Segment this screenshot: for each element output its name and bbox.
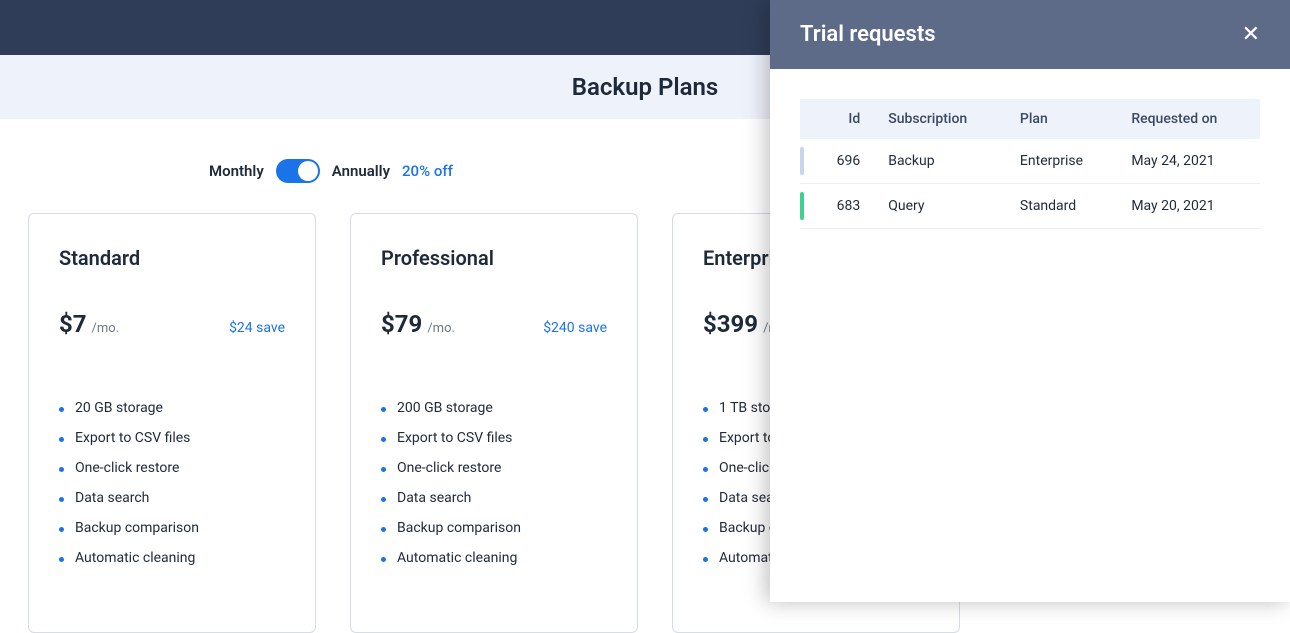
- feature-item: Export to CSV files: [59, 423, 285, 453]
- cell-subscription: Query: [876, 184, 1008, 229]
- feature-item: Data search: [59, 483, 285, 513]
- table-row[interactable]: 696 Backup Enterprise May 24, 2021: [800, 139, 1260, 184]
- status-bar-icon: [800, 147, 804, 175]
- panel-body: Id Subscription Plan Requested on 696 Ba…: [770, 69, 1290, 229]
- status-bar-icon: [800, 192, 804, 220]
- cell-requested: May 24, 2021: [1119, 139, 1260, 184]
- table-row[interactable]: 683 Query Standard May 20, 2021: [800, 184, 1260, 229]
- col-id: Id: [800, 99, 876, 139]
- col-subscription: Subscription: [876, 99, 1008, 139]
- billing-monthly-label: Monthly: [209, 162, 264, 180]
- feature-item: One-click restore: [381, 453, 607, 483]
- feature-list: 200 GB storage Export to CSV files One-c…: [381, 393, 607, 573]
- feature-list: 20 GB storage Export to CSV files One-cl…: [59, 393, 285, 573]
- plan-name: Professional: [381, 246, 607, 270]
- cell-id: 683: [800, 184, 876, 229]
- panel-header: Trial requests ✕: [770, 0, 1290, 69]
- trial-requests-table: Id Subscription Plan Requested on 696 Ba…: [800, 99, 1260, 229]
- trial-requests-panel: Trial requests ✕ Id Subscription Plan Re…: [770, 0, 1290, 602]
- feature-item: Data search: [381, 483, 607, 513]
- cell-id: 696: [800, 139, 876, 184]
- plan-price: $399: [703, 310, 758, 338]
- col-plan: Plan: [1008, 99, 1119, 139]
- feature-item: One-click restore: [59, 453, 285, 483]
- cell-plan: Standard: [1008, 184, 1119, 229]
- plan-name: Standard: [59, 246, 285, 270]
- billing-annually-label: Annually: [332, 162, 390, 180]
- plan-price: $79: [381, 310, 422, 338]
- price-row: $79 /mo. $240 save: [381, 310, 607, 338]
- plan-per: /mo.: [92, 321, 120, 336]
- cell-id-value: 696: [837, 153, 861, 169]
- panel-title: Trial requests: [800, 22, 936, 47]
- plan-card-professional: Professional $79 /mo. $240 save 200 GB s…: [350, 213, 638, 633]
- plan-save: $24 save: [229, 320, 285, 336]
- plan-save: $240 save: [543, 320, 607, 336]
- plan-card-standard: Standard $7 /mo. $24 save 20 GB storage …: [28, 213, 316, 633]
- price-row: $7 /mo. $24 save: [59, 310, 285, 338]
- feature-item: 200 GB storage: [381, 393, 607, 423]
- plan-per: /mo.: [427, 321, 455, 336]
- feature-item: Automatic cleaning: [381, 543, 607, 573]
- feature-item: 20 GB storage: [59, 393, 285, 423]
- billing-discount-label: 20% off: [402, 162, 453, 180]
- billing-toggle[interactable]: [276, 159, 320, 183]
- cell-plan: Enterprise: [1008, 139, 1119, 184]
- plan-price: $7: [59, 310, 87, 338]
- cell-requested: May 20, 2021: [1119, 184, 1260, 229]
- feature-item: Automatic cleaning: [59, 543, 285, 573]
- feature-item: Export to CSV files: [381, 423, 607, 453]
- cell-subscription: Backup: [876, 139, 1008, 184]
- col-requested: Requested on: [1119, 99, 1260, 139]
- toggle-knob: [298, 161, 318, 181]
- feature-item: Backup comparison: [381, 513, 607, 543]
- feature-item: Backup comparison: [59, 513, 285, 543]
- close-icon[interactable]: ✕: [1242, 24, 1260, 46]
- cell-id-value: 683: [837, 198, 861, 214]
